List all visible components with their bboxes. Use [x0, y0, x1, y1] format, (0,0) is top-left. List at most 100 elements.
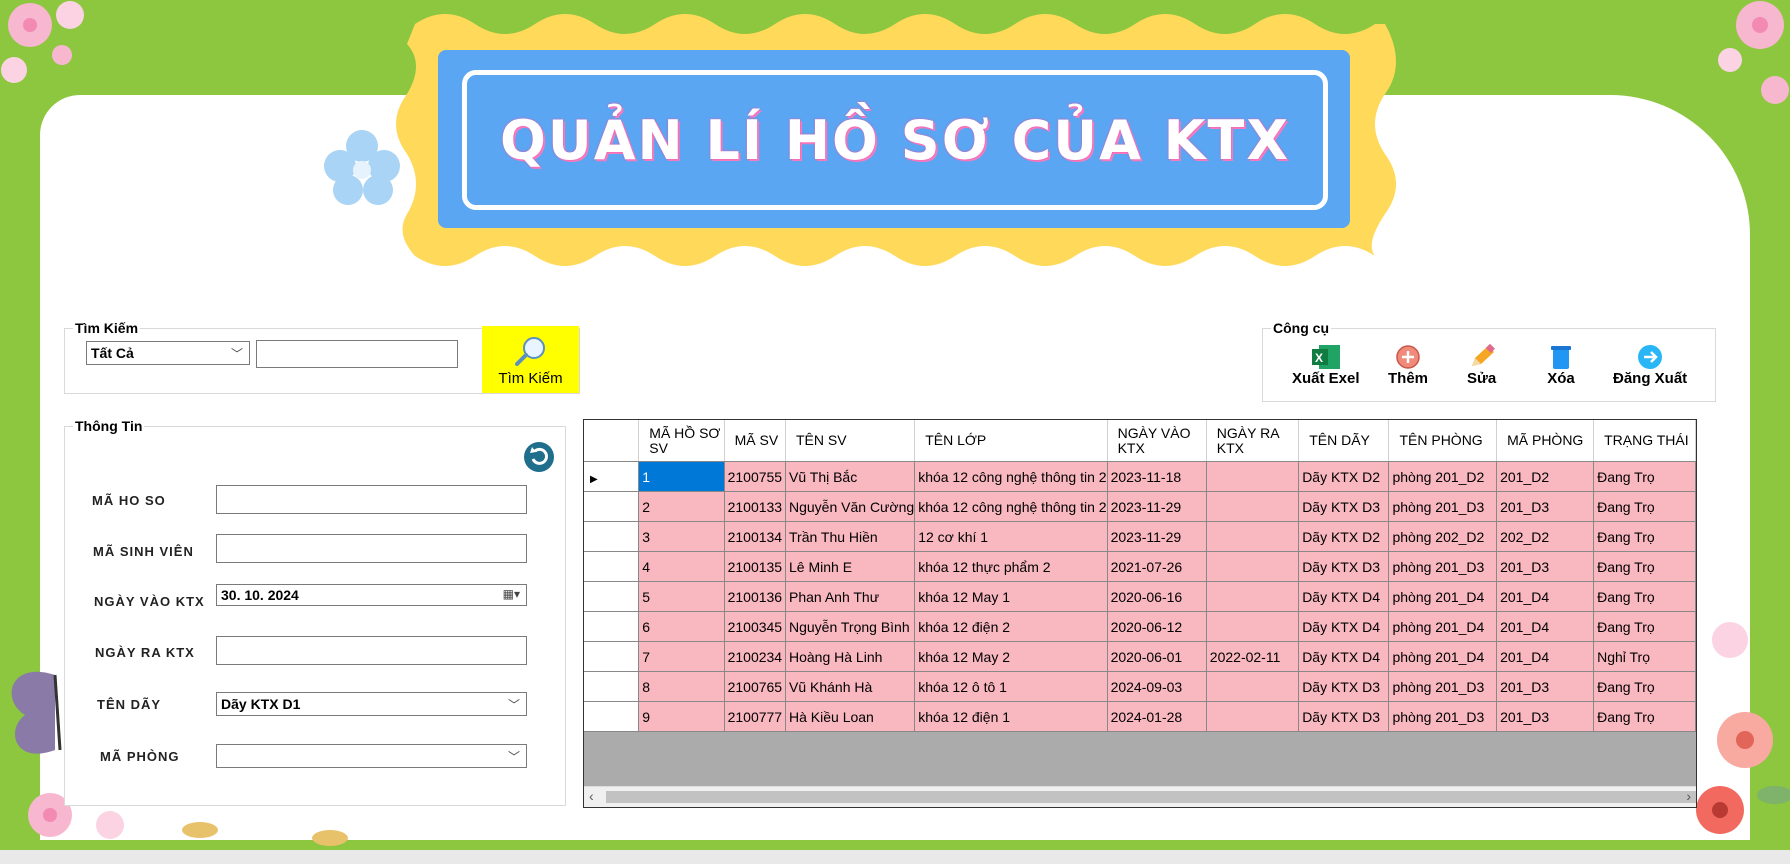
- table-cell[interactable]: Vũ Khánh Hà: [785, 671, 916, 702]
- ma-sinh-vien-field[interactable]: [216, 534, 527, 563]
- table-cell[interactable]: Dãy KTX D2: [1298, 521, 1390, 552]
- ma-ho-so-field[interactable]: [216, 485, 527, 514]
- table-cell[interactable]: 2023-11-29: [1107, 491, 1207, 522]
- col-header[interactable]: TÊN SV: [785, 420, 916, 462]
- table-cell[interactable]: Dãy KTX D2: [1298, 461, 1390, 492]
- ngay-ra-ktx-field[interactable]: [216, 636, 527, 665]
- table-cell[interactable]: 201_D4: [1496, 641, 1595, 672]
- table-cell[interactable]: phòng 201_D4: [1388, 611, 1498, 642]
- table-row[interactable]: 8 2100765 Vũ Khánh Hà khóa 12 ô tô 1 2024-09…: [584, 671, 1696, 702]
- col-header[interactable]: TRẠNG THÁI: [1593, 420, 1696, 462]
- table-cell[interactable]: Đang Trọ: [1593, 701, 1696, 732]
- col-header[interactable]: TÊN PHÒNG: [1388, 420, 1498, 462]
- horizontal-scrollbar[interactable]: ‹ ›: [584, 786, 1696, 807]
- table-cell[interactable]: Đang Trọ: [1593, 521, 1696, 552]
- table-cell[interactable]: [1206, 461, 1300, 492]
- table-cell[interactable]: Dãy KTX D3: [1298, 491, 1390, 522]
- table-cell[interactable]: 201_D4: [1496, 611, 1595, 642]
- table-cell[interactable]: 9: [638, 701, 725, 732]
- table-cell[interactable]: Dãy KTX D3: [1298, 701, 1390, 732]
- table-cell[interactable]: 3: [638, 521, 725, 552]
- col-header[interactable]: MÃ HỒ SƠ SV: [638, 420, 725, 462]
- table-cell[interactable]: khóa 12 May 1: [914, 581, 1108, 612]
- table-cell[interactable]: phòng 201_D3: [1388, 701, 1498, 732]
- edit-button[interactable]: Sửa: [1467, 344, 1496, 387]
- table-cell[interactable]: [1206, 701, 1300, 732]
- table-row[interactable]: 5 2100136 Phan Anh Thư khóa 12 May 1 2020-06…: [584, 581, 1696, 612]
- table-cell[interactable]: 2022-02-11: [1206, 641, 1300, 672]
- table-cell[interactable]: Đang Trọ: [1593, 551, 1696, 582]
- search-button[interactable]: Tìm Kiếm: [482, 326, 579, 393]
- table-cell[interactable]: 6: [638, 611, 725, 642]
- table-cell[interactable]: 2100765: [724, 671, 787, 702]
- table-cell[interactable]: 5: [638, 581, 725, 612]
- scroll-thumb[interactable]: [606, 791, 1696, 803]
- table-cell[interactable]: 201_D4: [1496, 581, 1595, 612]
- table-cell[interactable]: 201_D2: [1496, 461, 1595, 492]
- table-cell[interactable]: Đang Trọ: [1593, 581, 1696, 612]
- row-header[interactable]: [584, 491, 640, 522]
- row-header[interactable]: [584, 611, 640, 642]
- table-cell[interactable]: 12 cơ khí 1: [914, 521, 1108, 552]
- table-cell[interactable]: [1206, 491, 1300, 522]
- table-cell[interactable]: 8: [638, 671, 725, 702]
- table-cell[interactable]: khóa 12 điện 2: [914, 611, 1108, 642]
- table-cell[interactable]: 2100133: [724, 491, 787, 522]
- table-cell[interactable]: 1: [638, 461, 725, 492]
- table-cell[interactable]: [1206, 551, 1300, 582]
- table-cell[interactable]: Dãy KTX D4: [1298, 641, 1390, 672]
- table-cell[interactable]: Trần Thu Hiền: [785, 521, 916, 552]
- col-header[interactable]: NGÀY VÀO KTX: [1107, 420, 1207, 462]
- table-cell[interactable]: khóa 12 May 2: [914, 641, 1108, 672]
- row-header[interactable]: ▶: [584, 461, 640, 492]
- table-cell[interactable]: 2024-01-28: [1107, 701, 1207, 732]
- table-cell[interactable]: phòng 201_D2: [1388, 461, 1498, 492]
- table-cell[interactable]: Nguyễn Văn Cường: [785, 491, 916, 522]
- table-row[interactable]: 6 2100345 Nguyễn Trọng Bình khóa 12 điện 22…: [584, 611, 1696, 642]
- table-cell[interactable]: [1206, 581, 1300, 612]
- table-cell[interactable]: 202_D2: [1496, 521, 1595, 552]
- table-cell[interactable]: 2: [638, 491, 725, 522]
- table-cell[interactable]: 2100777: [724, 701, 787, 732]
- table-cell[interactable]: 2020-06-12: [1107, 611, 1207, 642]
- row-header[interactable]: [584, 521, 640, 552]
- table-cell[interactable]: 201_D3: [1496, 671, 1595, 702]
- table-cell[interactable]: 201_D3: [1496, 701, 1595, 732]
- table-cell[interactable]: 2100134: [724, 521, 787, 552]
- table-cell[interactable]: phòng 201_D3: [1388, 491, 1498, 522]
- col-header[interactable]: TÊN LỚP: [914, 420, 1108, 462]
- table-cell[interactable]: Hoàng Hà Linh: [785, 641, 916, 672]
- table-cell[interactable]: Đang Trọ: [1593, 491, 1696, 522]
- table-cell[interactable]: phòng 202_D2: [1388, 521, 1498, 552]
- delete-button[interactable]: Xóa: [1547, 344, 1575, 387]
- table-cell[interactable]: Dãy KTX D3: [1298, 671, 1390, 702]
- ma-phong-select[interactable]: ﹀: [216, 744, 527, 768]
- table-cell[interactable]: 2100135: [724, 551, 787, 582]
- row-header[interactable]: [584, 671, 640, 702]
- table-row[interactable]: 9 2100777 Hà Kiều Loan khóa 12 điện 1 2024-0…: [584, 701, 1696, 732]
- table-cell[interactable]: Dãy KTX D4: [1298, 581, 1390, 612]
- row-header[interactable]: [584, 581, 640, 612]
- table-row[interactable]: ▶ 1 2100755 Vũ Thị Bắc khóa 12 công nghệ thô…: [584, 461, 1696, 492]
- table-cell[interactable]: khóa 12 thực phẩm 2: [914, 551, 1108, 582]
- table-cell[interactable]: khóa 12 công nghệ thông tin 2: [914, 461, 1108, 492]
- ngay-vao-ktx-datepicker[interactable]: 30. 10. 2024 ▦▾: [216, 584, 527, 606]
- table-cell[interactable]: 201_D3: [1496, 491, 1595, 522]
- ten-day-select[interactable]: Dãy KTX D1 ﹀: [216, 692, 527, 716]
- table-cell[interactable]: 2023-11-29: [1107, 521, 1207, 552]
- table-cell[interactable]: Dãy KTX D4: [1298, 611, 1390, 642]
- calendar-icon[interactable]: ▦▾: [503, 587, 520, 601]
- table-cell[interactable]: Dãy KTX D3: [1298, 551, 1390, 582]
- col-header[interactable]: TÊN DÃY: [1298, 420, 1390, 462]
- table-cell[interactable]: 2100136: [724, 581, 787, 612]
- table-cell[interactable]: [1206, 671, 1300, 702]
- records-grid[interactable]: MÃ HỒ SƠ SV MÃ SV TÊN SV TÊN LỚP NGÀY VÀ…: [583, 419, 1697, 808]
- export-excel-button[interactable]: X Xuất Exel: [1292, 344, 1360, 387]
- table-cell[interactable]: Hà Kiều Loan: [785, 701, 916, 732]
- table-cell[interactable]: Đang Trọ: [1593, 611, 1696, 642]
- table-cell[interactable]: phòng 201_D4: [1388, 581, 1498, 612]
- table-cell[interactable]: khóa 12 ô tô 1: [914, 671, 1108, 702]
- table-row[interactable]: 3 2100134 Trần Thu Hiền 12 cơ khí 1 2023-11-…: [584, 521, 1696, 552]
- table-cell[interactable]: 201_D3: [1496, 551, 1595, 582]
- table-row[interactable]: 2 2100133 Nguyễn Văn Cường khóa 12 công ngh…: [584, 491, 1696, 522]
